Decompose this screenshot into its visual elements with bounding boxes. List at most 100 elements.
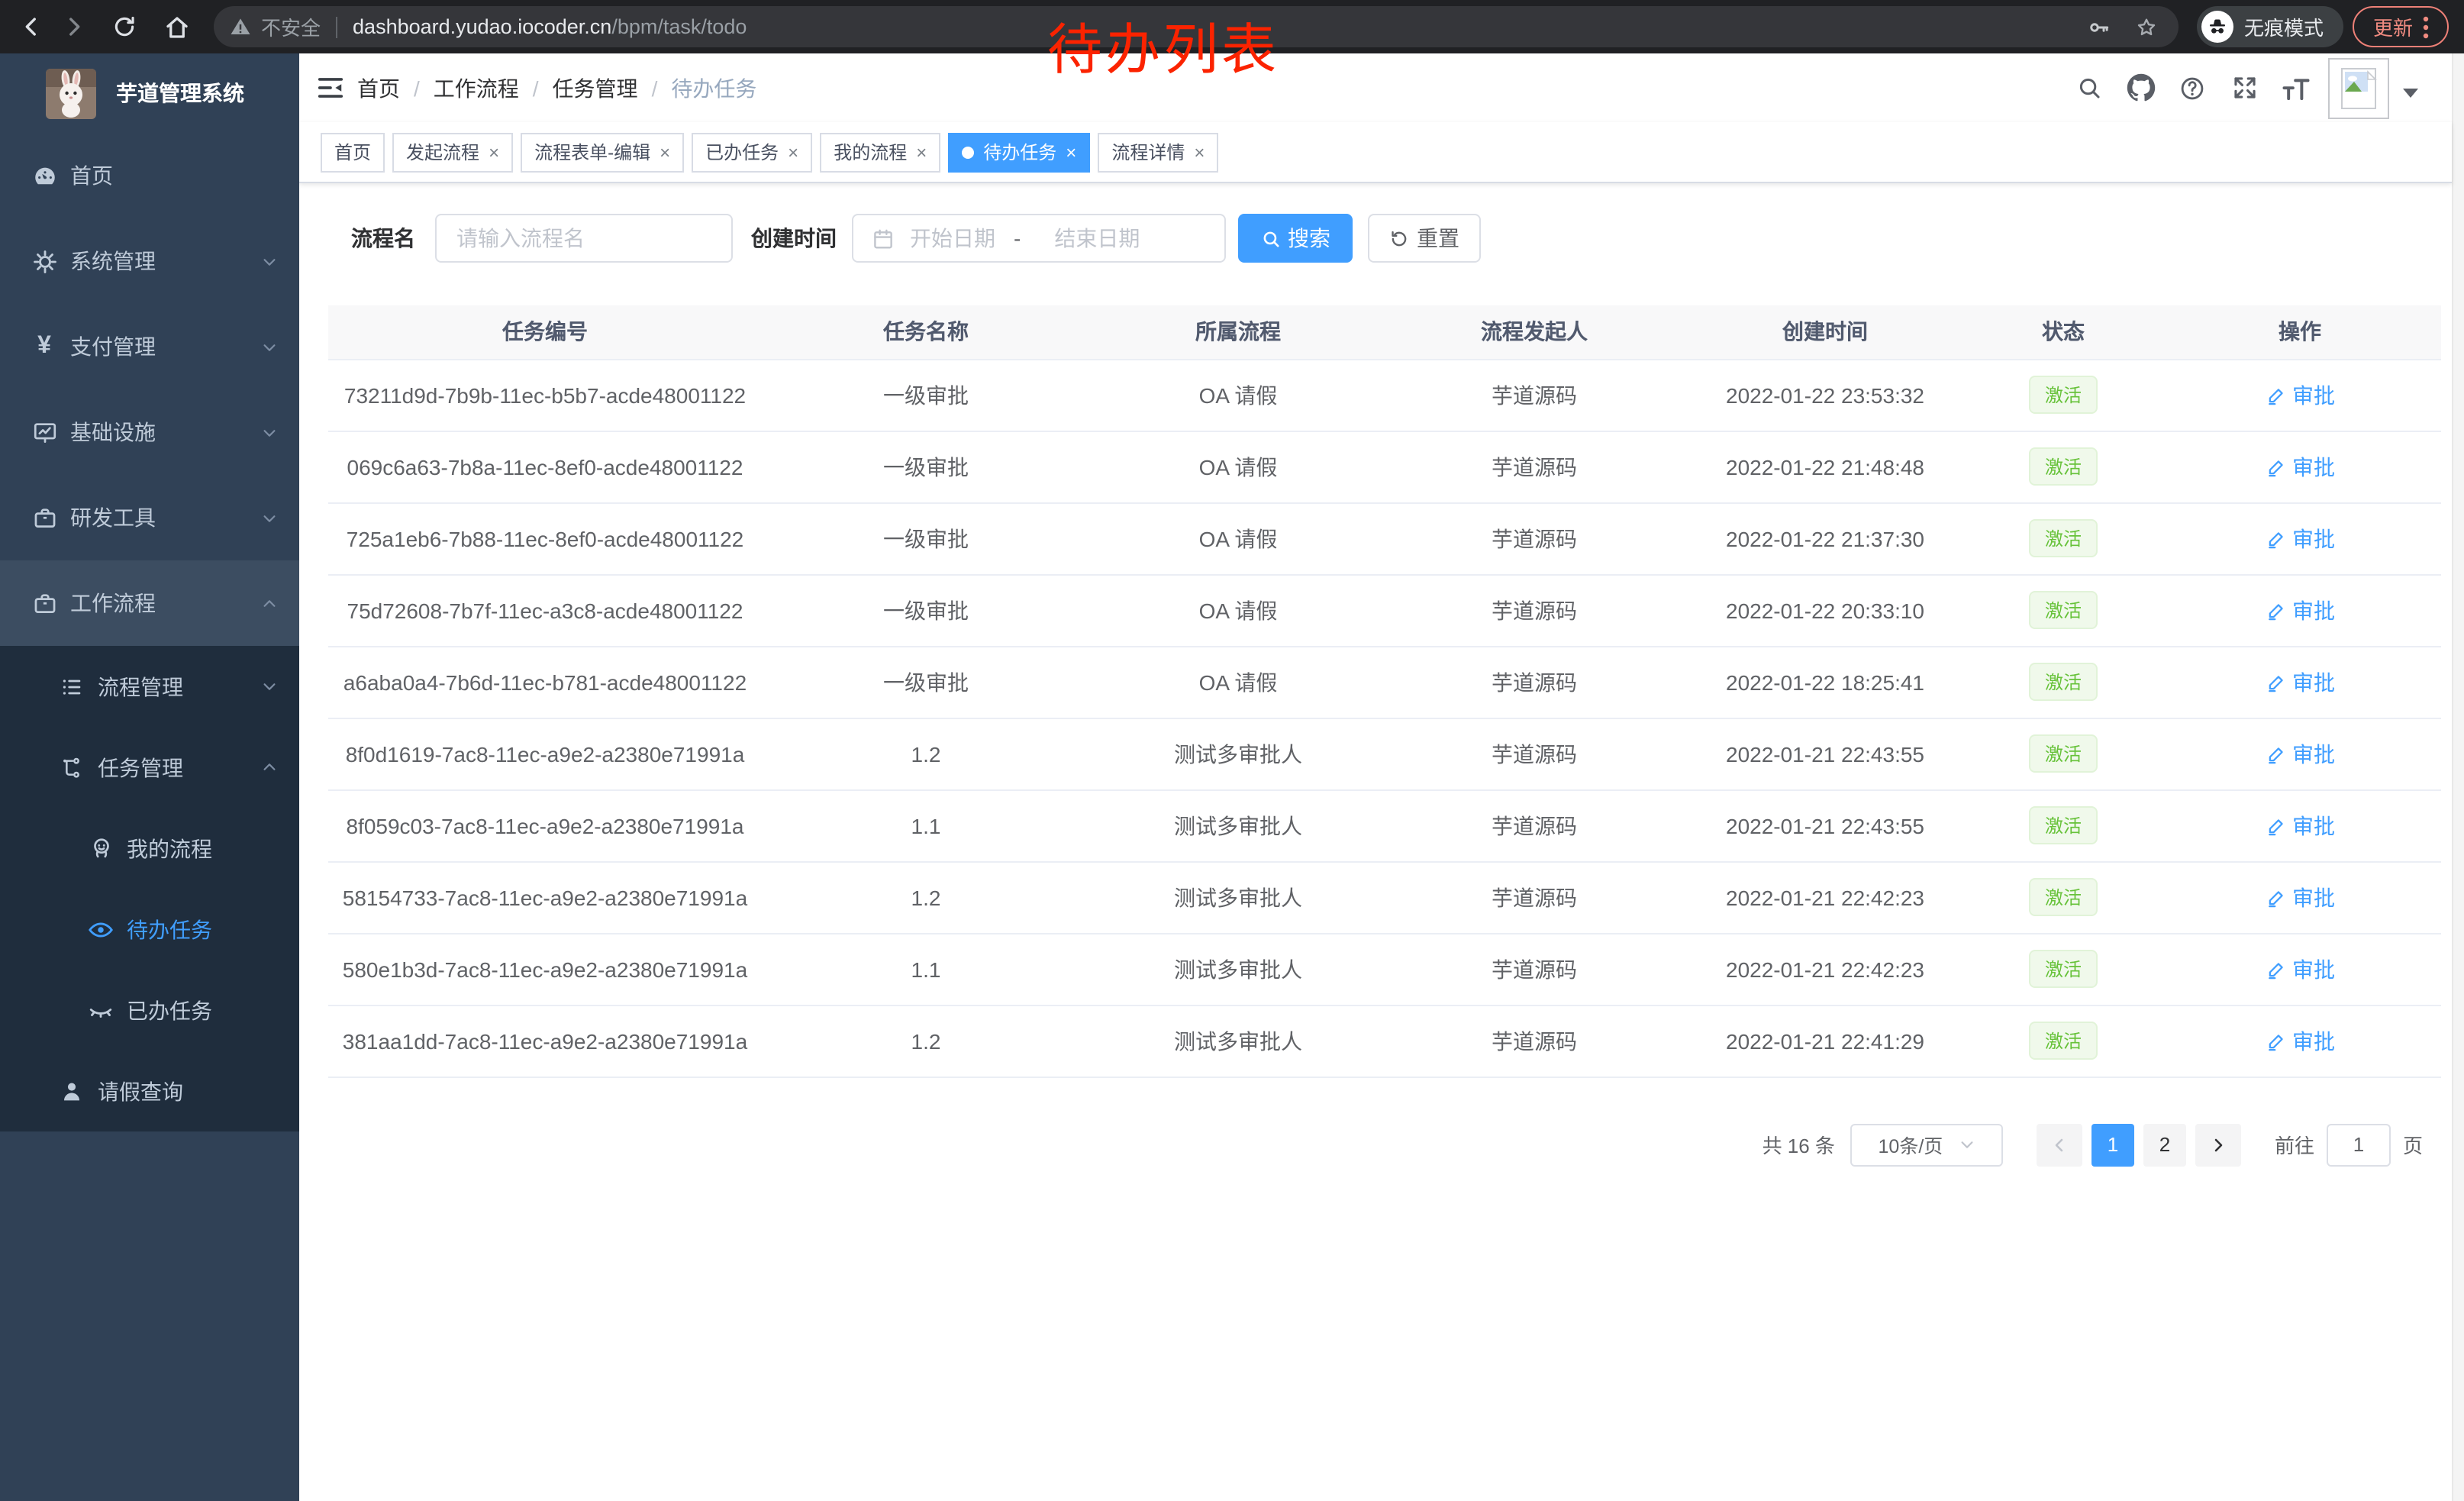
chevron-down-icon: [261, 678, 278, 695]
sidebar-item-process-management[interactable]: 流程管理: [0, 646, 299, 727]
browser-update-button[interactable]: 更新: [2353, 6, 2449, 47]
process-name: OA 请假: [1199, 454, 1278, 479]
process-name-input[interactable]: 请输入流程名: [435, 214, 733, 263]
tab-done-tasks[interactable]: 已办任务×: [692, 132, 812, 172]
prev-page-button[interactable]: [2037, 1123, 2082, 1166]
tab-close-icon[interactable]: ×: [1066, 143, 1076, 161]
cell-process: 测试多审批人: [1090, 861, 1386, 933]
tab-label: 我的流程: [834, 139, 907, 165]
avatar-caret-icon[interactable]: [2403, 88, 2418, 97]
sidebar-item-workflow[interactable]: 工作流程: [0, 560, 299, 646]
cell-actions: 审批: [2159, 646, 2441, 718]
calendar-icon: [872, 227, 895, 250]
cell-status: 激活: [1968, 646, 2159, 718]
initiator-name: 芋道源码: [1492, 813, 1577, 838]
sidebar-item-my-process[interactable]: 我的流程: [0, 808, 299, 889]
briefcase-icon: [31, 589, 58, 617]
page-size-select[interactable]: 10条/页: [1850, 1123, 2003, 1166]
tab-todo-tasks[interactable]: 待办任务×: [948, 132, 1090, 172]
page-button-1[interactable]: 1: [2091, 1123, 2134, 1166]
reset-button[interactable]: 重置: [1368, 214, 1481, 263]
avatar[interactable]: [2328, 57, 2389, 118]
tab-close-icon[interactable]: ×: [788, 143, 798, 161]
breadcrumb-task-management[interactable]: 任务管理: [553, 73, 638, 103]
tab-close-icon[interactable]: ×: [489, 143, 499, 161]
sidebar-item-label: 我的流程: [127, 833, 212, 863]
task-id: 069c6a63-7b8a-11ec-8ef0-acde48001122: [347, 454, 743, 479]
page-button-2[interactable]: 2: [2143, 1123, 2186, 1166]
browser-forward-button[interactable]: [52, 5, 95, 48]
github-icon[interactable]: [2114, 53, 2166, 122]
col-actions: 操作: [2159, 305, 2441, 359]
cell-process: 测试多审批人: [1090, 933, 1386, 1005]
tab-process-detail[interactable]: 流程详情×: [1098, 132, 1218, 172]
sidebar-item-label: 研发工具: [70, 502, 156, 533]
approve-link[interactable]: 审批: [2265, 523, 2335, 554]
tab-home[interactable]: 首页: [321, 132, 385, 172]
broken-image-icon: [2340, 66, 2377, 109]
goto-page-input[interactable]: 1: [2327, 1123, 2391, 1166]
edit-pen-icon: [2265, 886, 2286, 908]
header-search-button[interactable]: [2062, 53, 2114, 122]
date-range-input[interactable]: 开始日期 - 结束日期: [852, 214, 1226, 263]
approve-link[interactable]: 审批: [2265, 379, 2335, 410]
tab-label: 流程表单-编辑: [534, 139, 650, 165]
browser-back-button[interactable]: [9, 5, 52, 48]
font-size-icon[interactable]: [2270, 53, 2322, 122]
cell-actions: 审批: [2159, 1005, 2441, 1077]
cell-create-time: 2022-01-22 20:33:10: [1682, 574, 1968, 646]
sidebar-collapse-button[interactable]: [299, 73, 345, 102]
tab-close-icon[interactable]: ×: [1194, 143, 1205, 161]
password-key-icon[interactable]: [2087, 15, 2111, 39]
task-name: 1.2: [911, 885, 941, 909]
bookmark-star-icon[interactable]: [2134, 15, 2159, 39]
browser-reload-button[interactable]: [102, 5, 145, 48]
edit-pen-icon: [2265, 384, 2286, 405]
process-name: 测试多审批人: [1174, 1028, 1302, 1053]
refresh-icon: [1389, 228, 1409, 248]
approve-link[interactable]: 审批: [2265, 810, 2335, 841]
sidebar-item-dev-tools[interactable]: 研发工具: [0, 475, 299, 560]
tab-start-process[interactable]: 发起流程×: [392, 132, 513, 172]
next-page-button[interactable]: [2195, 1123, 2241, 1166]
approve-link[interactable]: 审批: [2265, 954, 2335, 984]
tab-close-icon[interactable]: ×: [916, 143, 927, 161]
workflow-submenu: 流程管理 任务管理 我的流程 待办任务: [0, 646, 299, 1131]
status-badge: 激活: [2030, 376, 2097, 414]
tab-my-process[interactable]: 我的流程 ×: [820, 132, 940, 172]
chevron-down-icon: [261, 253, 278, 270]
initiator-name: 芋道源码: [1492, 454, 1577, 479]
page-scrollbar[interactable]: [2452, 53, 2464, 1501]
task-id: 580e1b3d-7ac8-11ec-a9e2-a2380e71991a: [343, 957, 747, 981]
sidebar-item-leave-query[interactable]: 请假查询: [0, 1051, 299, 1131]
approve-link[interactable]: 审批: [2265, 738, 2335, 769]
sidebar-item-system[interactable]: 系统管理: [0, 218, 299, 304]
fullscreen-icon[interactable]: [2218, 53, 2270, 122]
sidebar-item-infrastructure[interactable]: 基础设施: [0, 389, 299, 475]
tab-close-icon[interactable]: ×: [660, 143, 670, 161]
sidebar-item-label: 首页: [70, 160, 113, 191]
cell-task-name: 一级审批: [762, 574, 1090, 646]
approve-link[interactable]: 审批: [2265, 667, 2335, 697]
sidebar-item-todo-tasks[interactable]: 待办任务: [0, 889, 299, 970]
approve-link[interactable]: 审批: [2265, 1025, 2335, 1056]
breadcrumb-current: 待办任务: [671, 73, 756, 103]
org-tree-icon: [58, 754, 85, 781]
sidebar-item-done-tasks[interactable]: 已办任务: [0, 970, 299, 1051]
app-logo[interactable]: 芋道管理系统: [0, 53, 299, 133]
search-button[interactable]: 搜索: [1238, 214, 1353, 263]
sidebar-item-payment[interactable]: ¥ 支付管理: [0, 304, 299, 389]
approve-link[interactable]: 审批: [2265, 595, 2335, 625]
help-icon[interactable]: [2166, 53, 2218, 122]
browser-home-button[interactable]: [156, 5, 198, 48]
task-table-body: 73211d9d-7b9b-11ec-b5b7-acde48001122 一级审…: [328, 359, 2441, 1077]
tab-process-form-edit[interactable]: 流程表单-编辑 ×: [521, 132, 684, 172]
initiator-name: 芋道源码: [1492, 957, 1577, 981]
chevron-down-icon: [261, 424, 278, 441]
approve-link[interactable]: 审批: [2265, 451, 2335, 482]
sidebar-item-home[interactable]: 首页: [0, 133, 299, 218]
breadcrumb-home[interactable]: 首页: [357, 73, 400, 103]
sidebar-item-task-management[interactable]: 任务管理: [0, 727, 299, 808]
approve-link[interactable]: 审批: [2265, 882, 2335, 912]
breadcrumb-workflow[interactable]: 工作流程: [434, 73, 519, 103]
